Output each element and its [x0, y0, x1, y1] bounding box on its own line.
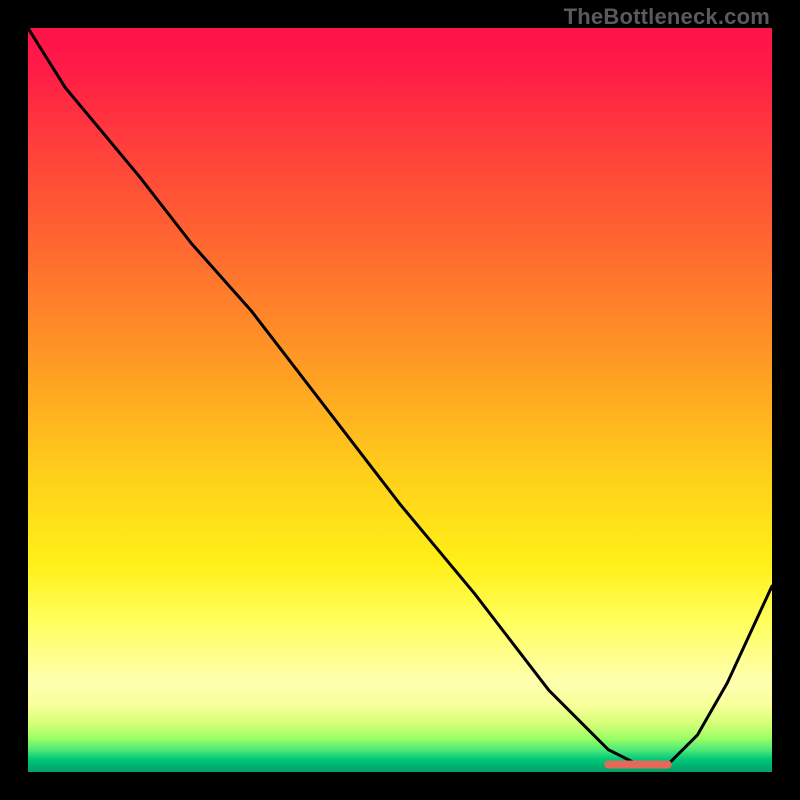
watermark-text: TheBottleneck.com	[564, 4, 770, 30]
bottleneck-curve	[28, 28, 772, 765]
chart-frame: TheBottleneck.com	[0, 0, 800, 800]
curve-layer	[28, 28, 772, 772]
plot-area	[28, 28, 772, 772]
